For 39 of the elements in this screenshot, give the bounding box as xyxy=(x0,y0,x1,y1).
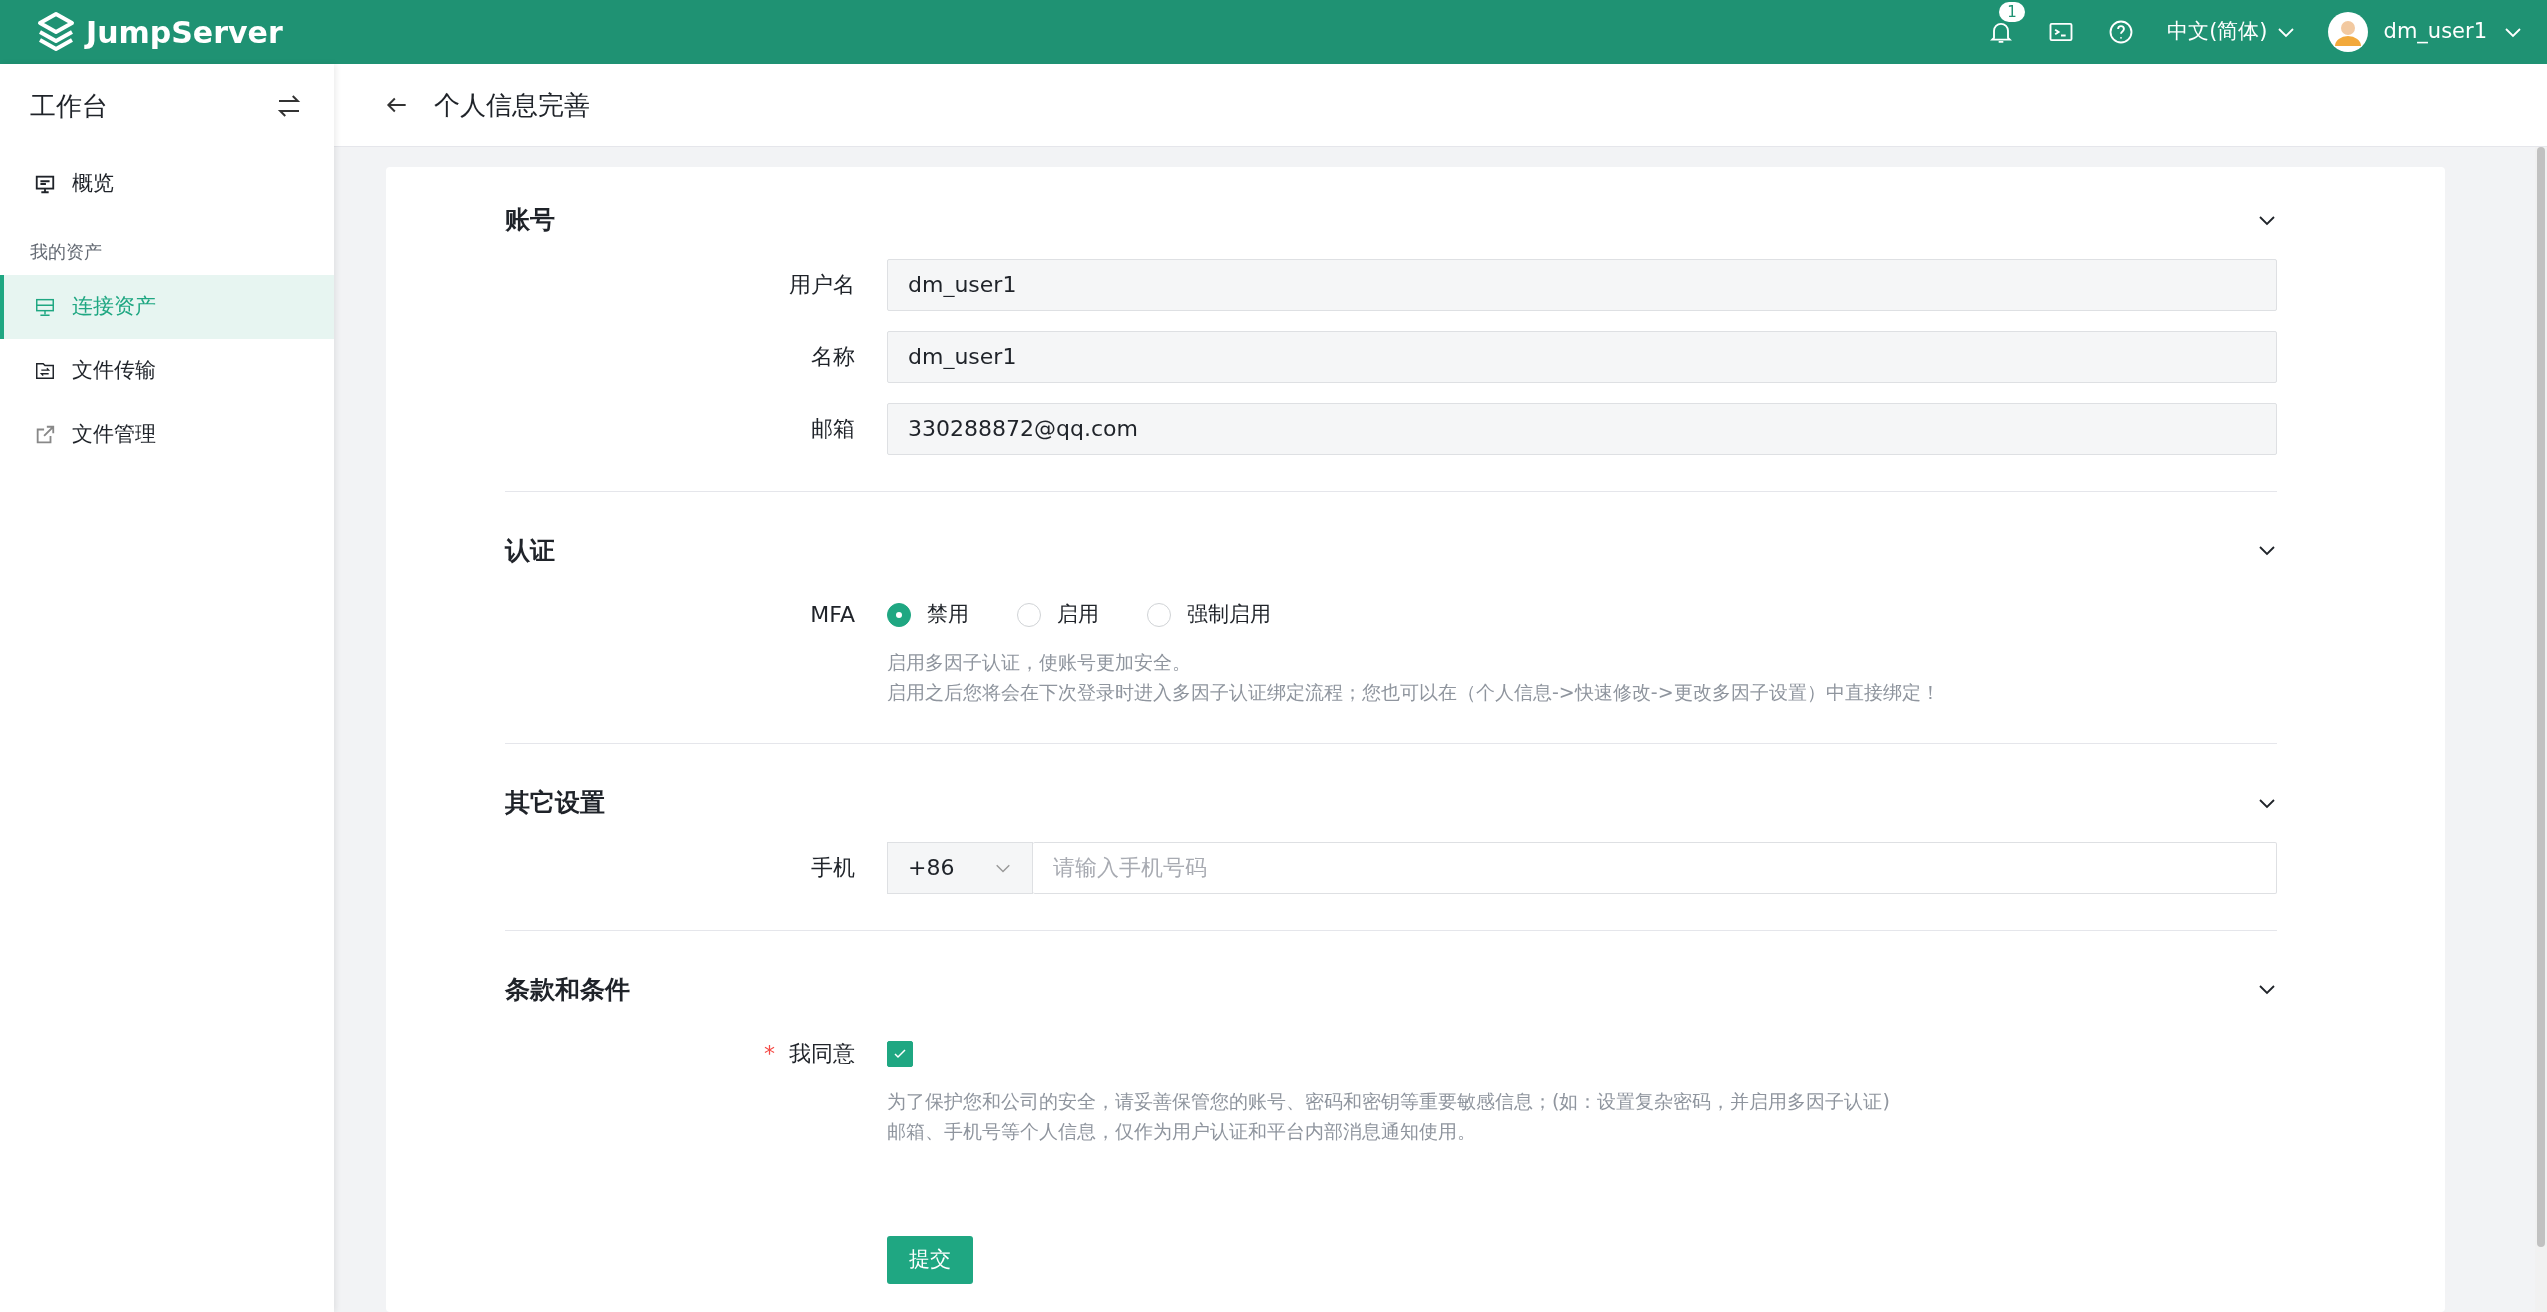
section-title: 账号 xyxy=(505,204,555,237)
help-text: 启用之后您将会在下次登录时进入多因子认证绑定流程；您也可以在（个人信息->快速修改->更改多因子设置）中直接绑定！ xyxy=(887,681,1940,704)
sidebar-title: 工作台 xyxy=(30,89,108,123)
server-icon xyxy=(34,296,56,318)
radio-label: 禁用 xyxy=(927,601,969,629)
menu-item[interactable]: 概览 xyxy=(0,152,334,216)
radio-button[interactable] xyxy=(1017,603,1041,628)
menu-item[interactable]: 文件管理 xyxy=(0,403,334,467)
logo-text: JumpServer xyxy=(86,13,283,52)
help-text: 启用多因子认证，使账号更加安全。 xyxy=(887,651,1191,674)
radio-label: 启用 xyxy=(1057,601,1099,629)
required-mark: * xyxy=(764,1041,775,1067)
help-text: 邮箱、手机号等个人信息，仅作为用户认证和平台内部消息通知使用。 xyxy=(887,1120,1476,1143)
avatar-icon xyxy=(2327,12,2368,52)
folder-icon xyxy=(34,360,56,382)
field-label: 手机 xyxy=(811,854,855,880)
field-label: 用户名 xyxy=(789,271,855,297)
radio-button[interactable] xyxy=(1147,603,1171,628)
external-link-icon xyxy=(34,424,56,446)
radio-label: 强制启用 xyxy=(1187,601,1271,629)
field-label: 我同意 xyxy=(789,1041,855,1067)
field-label: MFA xyxy=(810,602,855,628)
checkbox[interactable] xyxy=(887,1041,913,1068)
field-label: 邮箱 xyxy=(811,415,855,441)
menu-group-label: 我的资产 xyxy=(29,240,103,264)
phone-input[interactable]: 请输入手机号码 xyxy=(1033,841,2277,894)
country-code-select[interactable]: +86 xyxy=(887,841,1033,894)
field-label: 名称 xyxy=(811,343,855,369)
radio-button[interactable] xyxy=(887,603,911,628)
user-menu[interactable]: dm_user1 xyxy=(2327,12,2523,52)
notification-badge: 1 xyxy=(1999,2,2025,23)
menu-item[interactable]: 文件传输 xyxy=(0,339,334,403)
section-title: 其它设置 xyxy=(505,787,605,820)
section-title: 认证 xyxy=(505,534,555,567)
help-text: 为了保护您和公司的安全，请妥善保管您的账号、密码和密钥等重要敏感信息；(如：设置复杂密码，并启用多因子认证) xyxy=(887,1090,1890,1113)
page-title: 个人信息完善 xyxy=(434,88,590,122)
section-title: 条款和条件 xyxy=(505,973,630,1006)
monitor-icon xyxy=(34,173,56,195)
language-dropdown[interactable]: 中文(简体) xyxy=(2167,16,2296,48)
